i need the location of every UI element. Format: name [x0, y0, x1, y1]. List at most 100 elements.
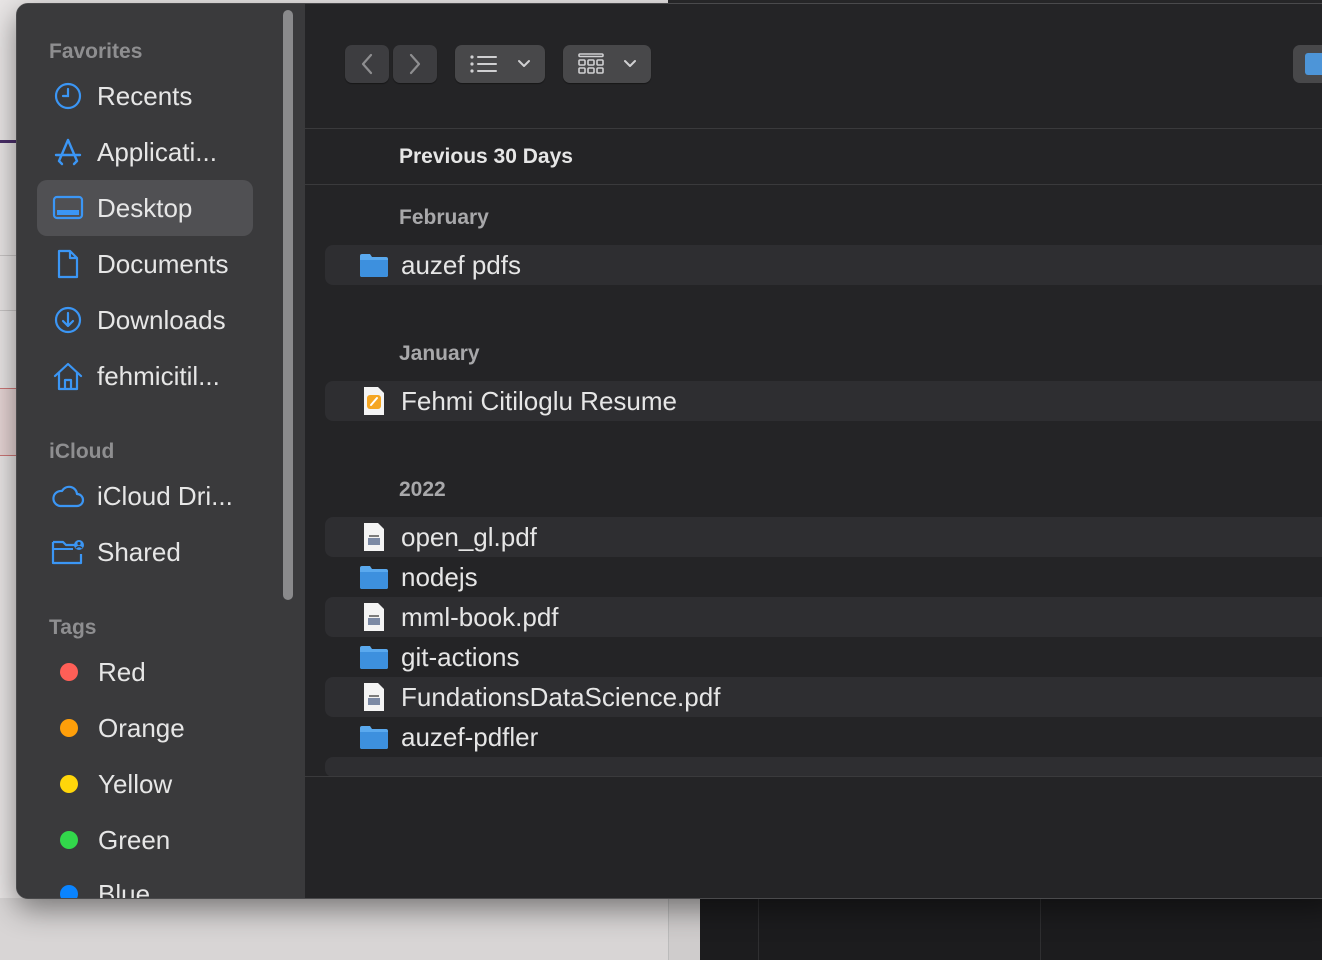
file-name: nodejs: [401, 561, 478, 592]
folder-icon: [359, 562, 389, 592]
chevron-down-icon: [624, 60, 636, 67]
download-icon: [51, 303, 85, 337]
file-name: auzef-pdfler: [401, 721, 539, 752]
list-view-icon: [470, 55, 497, 73]
folder-icon: [359, 642, 389, 672]
sidebar-tag-blue[interactable]: Blue: [37, 866, 253, 899]
red-tag-dot: [60, 663, 78, 681]
background-divider: [0, 310, 16, 311]
background-dark-panel: [700, 898, 1322, 960]
desktop-icon: [51, 191, 85, 225]
orange-tag-dot: [60, 719, 78, 737]
folder-icon: [359, 250, 389, 280]
toolbar: [305, 4, 1322, 129]
scrollbar-thumb[interactable]: [283, 10, 293, 600]
list-item-partial: [325, 757, 1322, 777]
file-name: auzef pdfs: [401, 249, 521, 280]
sidebar-tag-red[interactable]: Red: [37, 644, 253, 700]
home-icon: [51, 359, 85, 393]
sidebar-item-desktop[interactable]: Desktop: [37, 180, 253, 236]
file-name: mml-book.pdf: [401, 601, 559, 632]
pdf-icon: [359, 602, 389, 632]
document-icon: [51, 247, 85, 281]
list-item[interactable]: mml-book.pdf: [325, 597, 1322, 637]
sidebar-item-applications[interactable]: Applicati...: [37, 124, 253, 180]
finder-window: Favorites Recents Applicati... Desktop D…: [16, 3, 1322, 899]
list-item[interactable]: auzef pdfs: [325, 245, 1322, 285]
sidebar-item-home[interactable]: fehmicitil...: [37, 348, 253, 404]
sidebar-item-label: Applicati...: [97, 136, 217, 167]
sidebar-item-label: fehmicitil...: [97, 360, 220, 391]
background-column-line: [758, 898, 759, 960]
back-button[interactable]: [345, 45, 389, 83]
sidebar-item-recents[interactable]: Recents: [37, 68, 253, 124]
favorites-heading: Favorites: [49, 40, 143, 63]
list-item[interactable]: open_gl.pdf: [325, 517, 1322, 557]
group-title: Previous 30 Days: [399, 145, 573, 168]
sidebar-item-label: Blue: [98, 878, 151, 899]
sidebar-item-downloads[interactable]: Downloads: [37, 292, 253, 348]
icloud-heading: iCloud: [49, 440, 115, 463]
new-folder-button[interactable]: [1293, 45, 1322, 83]
group-options-button[interactable]: [563, 45, 651, 83]
sidebar-tag-orange[interactable]: Orange: [37, 700, 253, 756]
chevron-right-icon: [409, 53, 421, 75]
folder-icon: [1305, 53, 1322, 75]
file-name: Fehmi Citiloglu Resume: [401, 385, 677, 416]
blue-tag-dot: [60, 885, 78, 898]
chevron-down-icon: [518, 60, 530, 67]
sidebar-item-icloud-drive[interactable]: iCloud Dri...: [37, 468, 253, 524]
file-name: git-actions: [401, 641, 520, 672]
applications-icon: [51, 135, 85, 169]
list-item[interactable]: Fehmi Citiloglu Resume: [325, 381, 1322, 421]
background-column-line: [1040, 898, 1041, 960]
sidebar-item-documents[interactable]: Documents: [37, 236, 253, 292]
sidebar-item-label: Red: [98, 656, 146, 687]
pdf-icon: [359, 682, 389, 712]
background-divider: [0, 255, 16, 256]
list-item[interactable]: git-actions: [325, 637, 1322, 677]
sidebar-item-label: Yellow: [98, 768, 173, 799]
list-item[interactable]: FundationsDataScience.pdf: [325, 677, 1322, 717]
sidebar-item-label: Green: [98, 824, 171, 855]
sidebar-item-label: Downloads: [97, 304, 226, 335]
sidebar-item-label: iCloud Dri...: [97, 480, 233, 511]
sidebar-item-shared[interactable]: Shared: [37, 524, 253, 580]
tags-heading: Tags: [49, 616, 97, 639]
background-accent-line: [0, 140, 16, 143]
list-item[interactable]: auzef-pdfler: [325, 717, 1322, 757]
background-app-edge: [668, 898, 701, 960]
pages-document-icon: [359, 386, 389, 416]
background-app-bottom: [0, 898, 668, 960]
list-divider: [305, 776, 1322, 777]
sidebar-tag-green[interactable]: Green: [37, 812, 253, 868]
green-tag-dot: [60, 831, 78, 849]
grid-group-icon: [578, 53, 604, 74]
sidebar-item-label: Recents: [97, 80, 193, 111]
shared-folder-icon: [51, 535, 85, 569]
view-options-button[interactable]: [455, 45, 545, 83]
file-name: open_gl.pdf: [401, 521, 537, 552]
sidebar-scrollbar[interactable]: [280, 8, 296, 896]
chevron-left-icon: [361, 53, 373, 75]
cloud-icon: [51, 479, 85, 513]
sidebar-item-label: Desktop: [97, 192, 193, 223]
sidebar-tag-yellow[interactable]: Yellow: [37, 756, 253, 812]
section-heading: January: [399, 342, 480, 365]
section-heading: February: [399, 206, 489, 229]
file-browser: Previous 30 Days February auzef pdfs Jan…: [305, 4, 1322, 898]
sidebar-item-label: Shared: [97, 536, 181, 567]
background-highlight: [0, 388, 16, 456]
section-heading: 2022: [399, 478, 446, 501]
list-item[interactable]: nodejs: [325, 557, 1322, 597]
folder-icon: [359, 722, 389, 752]
group-header: Previous 30 Days: [305, 130, 1322, 185]
clock-icon: [51, 79, 85, 113]
pdf-icon: [359, 522, 389, 552]
forward-button[interactable]: [393, 45, 437, 83]
sidebar: Favorites Recents Applicati... Desktop D…: [17, 4, 305, 898]
sidebar-item-label: Documents: [97, 248, 229, 279]
yellow-tag-dot: [60, 775, 78, 793]
file-name: FundationsDataScience.pdf: [401, 681, 721, 712]
sidebar-item-label: Orange: [98, 712, 185, 743]
